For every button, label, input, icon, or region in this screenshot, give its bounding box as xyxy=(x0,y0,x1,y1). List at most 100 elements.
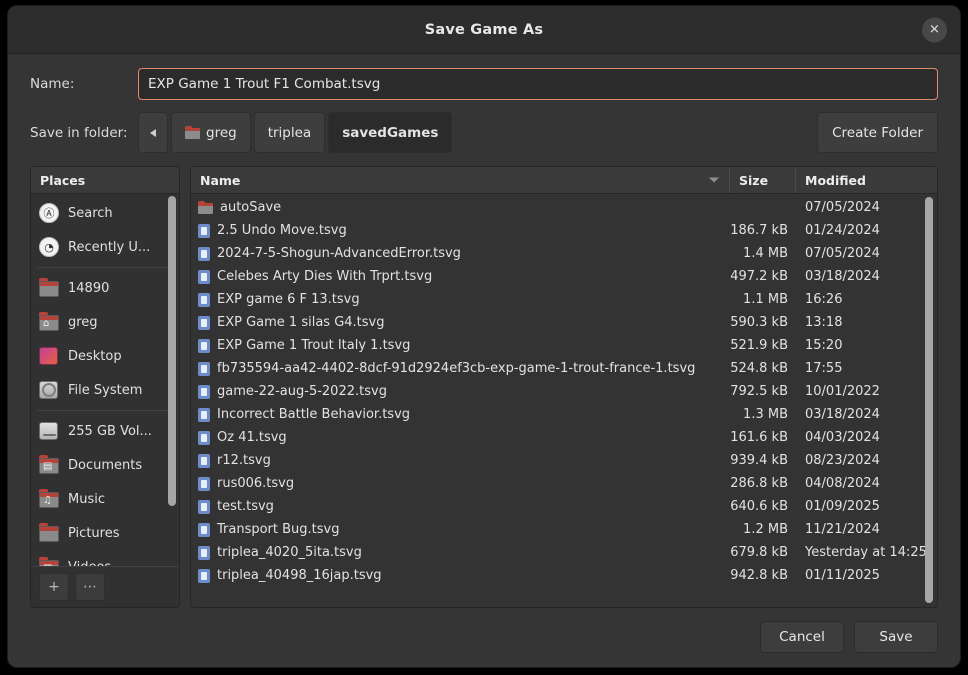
file-name-label: EXP Game 1 Trout Italy 1.tsvg xyxy=(217,338,411,353)
file-list-scrollbar[interactable] xyxy=(925,197,933,603)
file-name-label: EXP Game 1 silas G4.tsvg xyxy=(217,315,385,330)
file-name-cell: fb735594-aa42-4402-8dcf-91d2924ef3cb-exp… xyxy=(191,361,729,376)
file-icon xyxy=(198,384,210,399)
file-icon xyxy=(198,476,210,491)
sidebar-item-label: Recently U... xyxy=(68,239,151,255)
table-row[interactable]: EXP Game 1 Trout Italy 1.tsvg 521.9 kB 15:… xyxy=(191,334,937,357)
table-row[interactable]: 2024-7-5-Shogun-AdvancedError.tsvg 1.4 MB… xyxy=(191,242,937,265)
file-list-scrollbar-thumb[interactable] xyxy=(925,197,933,603)
file-name-label: fb735594-aa42-4402-8dcf-91d2924ef3cb-exp… xyxy=(217,361,696,376)
breadcrumb-item-greg[interactable]: greg xyxy=(171,112,251,153)
file-modified-cell: 13:18 xyxy=(805,315,843,330)
table-row[interactable]: fb735594-aa42-4402-8dcf-91d2924ef3cb-exp… xyxy=(191,357,937,380)
file-name-cell: rus006.tsvg xyxy=(191,476,729,491)
places-scrollbar[interactable] xyxy=(168,196,176,564)
add-bookmark-button[interactable]: + xyxy=(39,573,69,601)
file-name-cell: 2.5 Undo Move.tsvg xyxy=(191,223,729,238)
volume-icon xyxy=(38,421,60,441)
file-size-cell: 1.3 MB xyxy=(743,407,788,422)
column-header-size-label: Size xyxy=(739,172,769,188)
home-folder-icon xyxy=(185,126,200,139)
more-options-button[interactable]: ⋯ xyxy=(75,573,105,601)
sidebar-item-pictures[interactable]: Pictures xyxy=(31,516,179,550)
sidebar-item-file-system[interactable]: File System xyxy=(31,373,179,407)
sidebar-item-videos[interactable]: ▦ Videos xyxy=(31,550,179,566)
table-row[interactable]: autoSave 07/05/2024 xyxy=(191,196,937,219)
table-row[interactable]: Incorrect Battle Behavior.tsvg 1.3 MB 03/1… xyxy=(191,403,937,426)
file-name-cell: EXP game 6 F 13.tsvg xyxy=(191,292,729,307)
breadcrumb-item-triplea[interactable]: triplea xyxy=(253,112,326,153)
sort-descending-icon xyxy=(709,177,719,183)
filename-input[interactable] xyxy=(138,68,938,100)
column-header-modified-label: Modified xyxy=(805,172,866,188)
save-game-dialog: Save Game As ✕ Name: Save in folder: gre… xyxy=(8,6,960,667)
file-name-label: triplea_40498_16jap.tsvg xyxy=(217,568,382,583)
file-size-cell: 286.8 kB xyxy=(730,476,788,491)
sidebar-item-music[interactable]: ♫ Music xyxy=(31,482,179,516)
disk-icon xyxy=(38,380,60,400)
file-size-cell: 521.9 kB xyxy=(730,338,788,353)
file-name-cell: Celebes Arty Dies With Trprt.tsvg xyxy=(191,269,729,284)
file-name-label: EXP game 6 F 13.tsvg xyxy=(217,292,360,307)
titlebar: Save Game As ✕ xyxy=(8,6,960,54)
file-rows: autoSave 07/05/2024 2.5 Undo Move.tsvg 186.… xyxy=(191,194,937,607)
sidebar-item-14890[interactable]: 14890 xyxy=(31,271,179,305)
breadcrumb-label: triplea xyxy=(267,124,312,141)
table-row[interactable]: 2.5 Undo Move.tsvg 186.7 kB 01/24/2024 xyxy=(191,219,937,242)
table-row[interactable]: Celebes Arty Dies With Trprt.tsvg 497.2 k… xyxy=(191,265,937,288)
table-row[interactable]: triplea_4020_5ita.tsvg 679.8 kB Yesterday … xyxy=(191,541,937,564)
pictures-folder-icon xyxy=(38,523,60,543)
table-row[interactable]: rus006.tsvg 286.8 kB 04/08/2024 xyxy=(191,472,937,495)
table-row[interactable]: Transport Bug.tsvg 1.2 MB 11/21/2024 xyxy=(191,518,937,541)
file-icon xyxy=(198,315,210,330)
places-scrollbar-thumb[interactable] xyxy=(168,196,176,506)
file-name-cell: triplea_40498_16jap.tsvg xyxy=(191,568,729,583)
file-name-label: autoSave xyxy=(220,200,282,215)
close-icon[interactable]: ✕ xyxy=(922,17,947,42)
column-header-name[interactable]: Name xyxy=(191,167,729,193)
sidebar-item-255-gb-vol[interactable]: 255 GB Vol... xyxy=(31,414,179,448)
file-modified-cell: 08/23/2024 xyxy=(805,453,880,468)
file-size-cell: 1.1 MB xyxy=(743,292,788,307)
table-row[interactable]: game-22-aug-5-2022.tsvg 792.5 kB 10/01/202… xyxy=(191,380,937,403)
breadcrumb-back-button[interactable] xyxy=(138,112,168,153)
home-folder-icon: ⌂ xyxy=(38,312,60,332)
chevron-left-icon xyxy=(150,128,156,137)
file-modified-cell: 01/09/2025 xyxy=(805,499,880,514)
file-name-cell: EXP Game 1 Trout Italy 1.tsvg xyxy=(191,338,729,353)
sidebar-item-documents[interactable]: ▤ Documents xyxy=(31,448,179,482)
file-name-cell: Incorrect Battle Behavior.tsvg xyxy=(191,407,729,422)
save-button[interactable]: Save xyxy=(854,621,938,653)
table-row[interactable]: r12.tsvg 939.4 kB 08/23/2024 xyxy=(191,449,937,472)
sidebar-item-label: File System xyxy=(68,382,143,398)
sidebar-item-recently-u[interactable]: ◔ Recently U... xyxy=(31,230,179,264)
file-icon xyxy=(198,407,210,422)
file-name-cell: EXP Game 1 silas G4.tsvg xyxy=(191,315,729,330)
column-header-modified[interactable]: Modified xyxy=(795,167,937,193)
places-sidebar: Places Ⓐ Search ◔ Recently U... 14890 ⌂ greg De… xyxy=(30,166,180,608)
table-row[interactable]: Oz 41.tsvg 161.6 kB 04/03/2024 xyxy=(191,426,937,449)
table-row[interactable]: EXP game 6 F 13.tsvg 1.1 MB 16:26 xyxy=(191,288,937,311)
file-icon xyxy=(198,430,210,445)
file-size-cell: 1.4 MB xyxy=(743,246,788,261)
sidebar-item-label: Videos xyxy=(68,560,111,567)
plus-icon: + xyxy=(48,579,60,595)
sidebar-item-search[interactable]: Ⓐ Search xyxy=(31,196,179,230)
sidebar-item-greg[interactable]: ⌂ greg xyxy=(31,305,179,339)
cancel-button[interactable]: Cancel xyxy=(760,621,844,653)
file-size-cell: 792.5 kB xyxy=(730,384,788,399)
table-row[interactable]: test.tsvg 640.6 kB 01/09/2025 xyxy=(191,495,937,518)
file-name-label: r12.tsvg xyxy=(217,453,271,468)
column-header-size[interactable]: Size xyxy=(729,167,795,193)
window-title: Save Game As xyxy=(424,21,544,38)
file-size-cell: 497.2 kB xyxy=(730,269,788,284)
sidebar-item-desktop[interactable]: Desktop xyxy=(31,339,179,373)
places-header: Places xyxy=(31,167,179,194)
table-row[interactable]: triplea_40498_16jap.tsvg 942.8 kB 01/11/20… xyxy=(191,564,937,587)
breadcrumb-item-savedgames[interactable]: savedGames xyxy=(328,112,453,153)
table-row[interactable]: EXP Game 1 silas G4.tsvg 590.3 kB 13:18 xyxy=(191,311,937,334)
recent-clock-icon: ◔ xyxy=(38,237,60,257)
create-folder-button[interactable]: Create Folder xyxy=(817,112,938,153)
file-icon xyxy=(198,453,210,468)
file-icon xyxy=(198,545,210,560)
